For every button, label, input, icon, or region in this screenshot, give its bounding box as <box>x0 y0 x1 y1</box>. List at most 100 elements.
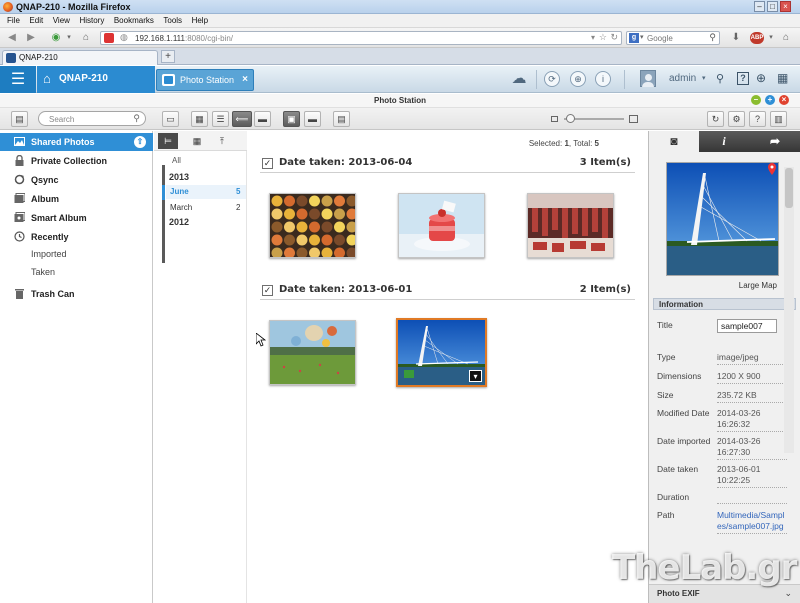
abp-dropdown-icon[interactable]: ▾ <box>765 32 777 44</box>
menu-tools[interactable]: Tools <box>163 14 182 28</box>
search-icon[interactable]: ⚲ <box>709 32 716 43</box>
scroll-top-icon[interactable]: ⤒ <box>212 133 232 149</box>
help-button[interactable]: ? <box>749 111 766 127</box>
search-icon[interactable]: ⚲ <box>716 72 724 85</box>
url-bar[interactable]: ◍ 192.168.1.111:8080/cgi-bin/ ▾ ☆ ↻ <box>100 31 622 45</box>
close-app-button[interactable]: × <box>779 95 789 105</box>
settings-gear-icon[interactable]: ⚙ <box>728 111 745 127</box>
share-link-icon[interactable]: ⇧ <box>134 136 146 148</box>
main-menu-button[interactable]: ☰ <box>0 66 36 93</box>
menu-file[interactable]: File <box>7 14 20 28</box>
video-filter-button[interactable]: ▬ <box>304 111 321 127</box>
menu-history[interactable]: History <box>79 14 104 28</box>
refresh-button[interactable]: ↻ <box>707 111 724 127</box>
search-bar[interactable]: g ▾ Google ⚲ <box>626 31 720 45</box>
photo-thumbnail-strawberry-cake[interactable] <box>398 193 485 258</box>
url-text[interactable]: 192.168.1.111:8080/cgi-bin/ <box>135 34 233 43</box>
menu-help[interactable]: Help <box>192 14 208 28</box>
timeline-month-march[interactable]: March <box>170 203 192 212</box>
info-panel-toggle-button[interactable]: ▥ <box>770 111 787 127</box>
minimize-button[interactable]: – <box>754 1 765 12</box>
list-view-button[interactable]: ☰ <box>212 111 229 127</box>
help-icon[interactable]: ? <box>737 72 749 85</box>
photo-thumbnail-meat-market[interactable] <box>527 193 614 258</box>
app-tab-photo-station[interactable]: Photo Station × <box>156 69 254 91</box>
sidebar-item-private-collection[interactable]: Private Collection <box>0 152 153 170</box>
photo-menu-icon[interactable]: ▾ <box>469 370 482 382</box>
thumbnail-view-button[interactable]: ▦ <box>191 111 208 127</box>
minimize-app-button[interactable]: – <box>751 95 761 105</box>
slideshow-button[interactable]: ▭ <box>162 111 179 127</box>
external-device-icon[interactable]: ⊕ <box>570 71 586 87</box>
maximize-app-button[interactable]: + <box>765 95 775 105</box>
browser-tab[interactable]: QNAP-210 <box>2 50 158 65</box>
sidebar-item-album[interactable]: Album <box>0 190 153 208</box>
information-section-header[interactable]: Information <box>653 298 796 310</box>
sidebar-item-recently[interactable]: Recently <box>0 228 153 246</box>
app-tab-close-button[interactable]: × <box>242 74 248 85</box>
cloud-icon[interactable]: ☁ <box>509 71 529 87</box>
large-map-link[interactable]: Large Map <box>649 281 777 290</box>
maximize-button[interactable]: □ <box>767 1 778 12</box>
sidebar-item-shared-photos[interactable]: Shared Photos ⇧ <box>0 133 153 151</box>
url-dropdown-icon[interactable]: ▾ <box>591 33 595 42</box>
date-group-count: 3 Item(s) <box>579 157 631 168</box>
sidebar-subitem-taken[interactable]: Taken <box>31 267 55 277</box>
language-globe-icon[interactable]: ⊕ <box>756 71 766 85</box>
sidebar-item-qsync[interactable]: Qsync <box>0 171 153 189</box>
adblock-plus-icon[interactable]: ABP <box>750 32 764 44</box>
adblock-icon[interactable]: ◉ <box>50 32 62 44</box>
group-select-checkbox[interactable]: ✓ <box>262 285 273 296</box>
qts-top-bar: ☰ ⌂ QNAP-210 Photo Station × ☁ ⟳ ⊕ i adm… <box>0 66 800 93</box>
home-icon[interactable]: ⌂ <box>80 32 92 44</box>
tab-photo-preview[interactable]: ◙ <box>649 131 699 152</box>
photo-preview[interactable] <box>666 162 779 276</box>
menu-edit[interactable]: Edit <box>29 14 43 28</box>
engine-dropdown-icon[interactable]: ▾ <box>640 33 644 41</box>
qts-home-button[interactable]: ⌂ QNAP-210 <box>37 66 155 93</box>
user-dropdown-icon[interactable]: ▾ <box>702 74 706 82</box>
username[interactable]: admin <box>669 73 696 84</box>
sidebar-item-smart-album[interactable]: Smart Album <box>0 209 153 227</box>
new-tab-button[interactable]: + <box>161 50 175 63</box>
home-page-icon[interactable]: ⌂ <box>780 32 792 44</box>
tab-share[interactable]: ➦ <box>749 131 800 152</box>
zoom-slider-handle[interactable] <box>566 114 575 123</box>
title-input[interactable]: sample007 <box>717 319 777 333</box>
timeline-year[interactable]: 2012 <box>169 217 189 227</box>
info-panel-scrollbar-thumb[interactable] <box>785 168 793 208</box>
info-panel-scrollbar[interactable] <box>784 167 794 453</box>
tab-info[interactable]: i <box>699 131 749 152</box>
forward-icon[interactable]: ▶ <box>25 32 37 44</box>
background-task-icon[interactable]: ⟳ <box>544 71 560 87</box>
folder-view-button[interactable]: ▬ <box>254 111 271 127</box>
photo-thumbnail-macarons[interactable] <box>269 193 356 258</box>
menu-bookmarks[interactable]: Bookmarks <box>114 14 154 28</box>
photo-filter-button[interactable]: ▣ <box>283 111 300 127</box>
dashboard-icon[interactable]: ▦ <box>777 71 788 85</box>
timeline-year[interactable]: 2013 <box>169 172 189 182</box>
photo-search-input[interactable]: Search ⚲ <box>38 111 146 126</box>
download-icon[interactable]: ⬇ <box>730 32 742 44</box>
event-notification-icon[interactable]: i <box>595 71 611 87</box>
sidebar-subitem-imported[interactable]: Imported <box>31 249 67 259</box>
close-window-button[interactable]: × <box>780 1 791 12</box>
timeline-tree-icon[interactable]: ⊨ <box>158 133 178 149</box>
reload-icon[interactable]: ↻ <box>610 32 618 43</box>
group-select-checkbox[interactable]: ✓ <box>262 158 273 169</box>
calendar-icon[interactable]: ▦ <box>187 133 207 149</box>
dropdown-icon[interactable]: ▾ <box>63 32 75 44</box>
bookmark-star-icon[interactable]: ☆ <box>599 32 607 43</box>
toggle-sidebar-button[interactable]: ▤ <box>11 111 28 127</box>
photo-thumbnail-sundial-bridge[interactable]: ▾ <box>396 318 487 387</box>
timeline-month-june[interactable]: June <box>170 187 189 196</box>
avatar[interactable] <box>640 70 656 87</box>
info-value-path[interactable]: Multimedia/Samples/sample007.jpg <box>717 510 787 534</box>
back-icon[interactable]: ◀ <box>6 32 18 44</box>
timeline-all[interactable]: All <box>172 156 181 165</box>
menu-view[interactable]: View <box>53 14 70 28</box>
display-mode-button[interactable]: ▤ <box>333 111 350 127</box>
photo-thumbnail-hot-air-balloons[interactable] <box>269 320 356 385</box>
sidebar-item-trash-can[interactable]: Trash Can <box>0 285 153 303</box>
timeline-view-button[interactable]: ⟸ <box>232 111 252 127</box>
